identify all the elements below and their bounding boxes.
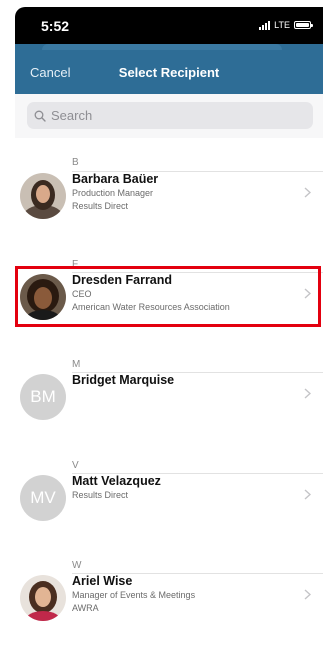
battery-icon	[294, 21, 313, 29]
contact-text: Ariel Wise Manager of Events & Meetings …	[72, 573, 297, 615]
avatar	[20, 173, 66, 219]
network-label: LTE	[274, 20, 290, 30]
avatar-initials: BM	[20, 374, 66, 420]
contact-row-barbara-bauer[interactable]: Barbara Baüer Production Manager Results…	[15, 166, 323, 226]
avatar-initials: MV	[20, 475, 66, 521]
status-time: 5:52	[41, 18, 70, 34]
search-field[interactable]	[27, 102, 313, 129]
chevron-right-icon	[304, 388, 311, 399]
search-bar	[15, 94, 323, 138]
status-indicators: LTE	[259, 20, 313, 30]
contact-text: Dresden Farrand CEO American Water Resou…	[72, 272, 297, 314]
contact-name: Ariel Wise	[72, 574, 133, 588]
contact-organization: AWRA	[72, 603, 99, 613]
contact-title: Production Manager	[72, 188, 154, 198]
sheet-edge	[42, 44, 282, 50]
avatar	[20, 274, 66, 320]
chevron-right-icon	[304, 589, 311, 600]
contact-organization: Results Direct	[72, 490, 129, 500]
contact-title: Manager of Events & Meetings	[72, 590, 196, 600]
contact-title: CEO	[72, 289, 92, 299]
search-input[interactable]	[51, 108, 291, 123]
recipient-list: B Barbara Baüer Production Manager Resul…	[15, 138, 323, 668]
contact-organization: Results Direct	[72, 201, 129, 211]
contact-row-ariel-wise[interactable]: Ariel Wise Manager of Events & Meetings …	[15, 568, 323, 628]
contact-text: Bridget Marquise	[72, 372, 297, 388]
avatar	[20, 575, 66, 621]
cellular-signal-icon	[259, 20, 271, 30]
contact-row-matt-velazquez[interactable]: MV Matt Velazquez Results Direct	[15, 468, 323, 528]
contact-row-bridget-marquise[interactable]: BM Bridget Marquise	[15, 367, 323, 427]
contact-name: Dresden Farrand	[72, 273, 173, 287]
contact-name: Barbara Baüer	[72, 172, 159, 186]
magnifier-icon	[34, 110, 46, 122]
chevron-right-icon	[304, 489, 311, 500]
chevron-right-icon	[304, 187, 311, 198]
contact-text: Barbara Baüer Production Manager Results…	[72, 171, 297, 213]
contact-name: Bridget Marquise	[72, 373, 175, 387]
contact-name: Matt Velazquez	[72, 474, 161, 488]
contact-row-dresden-farrand[interactable]: Dresden Farrand CEO American Water Resou…	[15, 267, 323, 327]
contact-text: Matt Velazquez Results Direct	[72, 473, 297, 502]
page-title: Select Recipient	[118, 65, 220, 80]
contact-organization: American Water Resources Association	[72, 302, 230, 312]
chevron-right-icon	[304, 288, 311, 299]
navigation-bar: Cancel Select Recipient	[15, 44, 323, 94]
status-bar: 5:52 LTE	[15, 7, 323, 45]
